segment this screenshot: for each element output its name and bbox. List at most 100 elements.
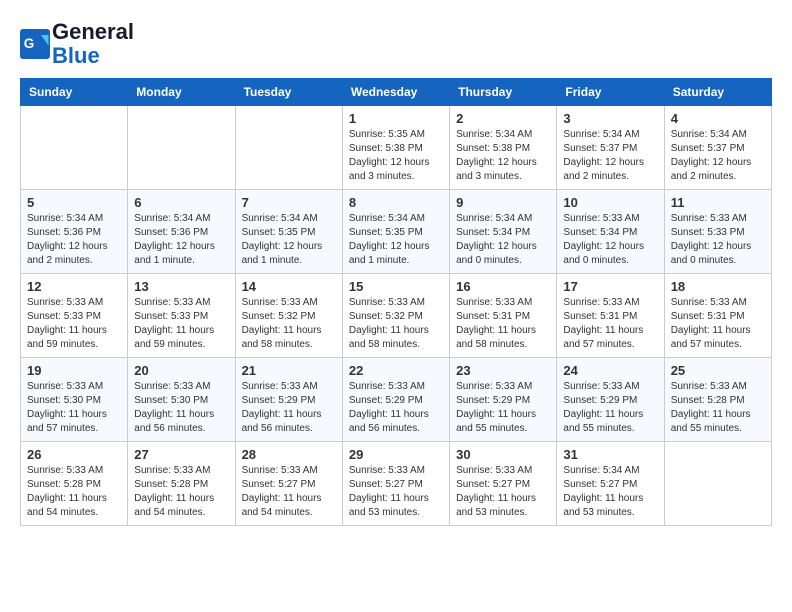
day-number: 30 xyxy=(456,447,550,462)
calendar-cell: 24 Sunrise: 5:33 AM Sunset: 5:29 PM Dayli… xyxy=(557,358,664,442)
calendar: SundayMondayTuesdayWednesdayThursdayFrid… xyxy=(20,78,772,526)
calendar-cell: 11 Sunrise: 5:33 AM Sunset: 5:33 PM Dayli… xyxy=(664,190,771,274)
day-number: 1 xyxy=(349,111,443,126)
calendar-cell: 10 Sunrise: 5:33 AM Sunset: 5:34 PM Dayli… xyxy=(557,190,664,274)
day-content: Sunrise: 5:33 AM Sunset: 5:31 PM Dayligh… xyxy=(671,296,765,352)
day-number: 13 xyxy=(134,279,228,294)
day-content: Sunrise: 5:33 AM Sunset: 5:31 PM Dayligh… xyxy=(456,296,550,352)
calendar-cell: 3 Sunrise: 5:34 AM Sunset: 5:37 PM Daylig… xyxy=(557,106,664,190)
calendar-week-row: 19 Sunrise: 5:33 AM Sunset: 5:30 PM Dayli… xyxy=(21,358,772,442)
day-content: Sunrise: 5:33 AM Sunset: 5:32 PM Dayligh… xyxy=(242,296,336,352)
day-content: Sunrise: 5:33 AM Sunset: 5:29 PM Dayligh… xyxy=(349,380,443,436)
calendar-day-header: Friday xyxy=(557,79,664,106)
day-number: 31 xyxy=(563,447,657,462)
calendar-cell: 30Sunrise: 5:33 AM Sunset: 5:27 PM Dayli… xyxy=(450,442,557,526)
day-content: Sunrise: 5:33 AM Sunset: 5:27 PM Dayligh… xyxy=(242,464,336,520)
day-content: Sunrise: 5:34 AM Sunset: 5:27 PM Dayligh… xyxy=(563,464,657,520)
calendar-day-header: Sunday xyxy=(21,79,128,106)
logo-blue: Blue xyxy=(52,43,100,68)
calendar-cell: 2 Sunrise: 5:34 AM Sunset: 5:38 PM Daylig… xyxy=(450,106,557,190)
calendar-cell: 7Sunrise: 5:34 AM Sunset: 5:35 PM Daylig… xyxy=(235,190,342,274)
logo-icon: G xyxy=(20,29,50,59)
day-content: Sunrise: 5:33 AM Sunset: 5:31 PM Dayligh… xyxy=(563,296,657,352)
day-number: 29 xyxy=(349,447,443,462)
day-number: 6 xyxy=(134,195,228,210)
header: G GeneralBlue xyxy=(20,20,772,68)
day-content: Sunrise: 5:33 AM Sunset: 5:29 PM Dayligh… xyxy=(242,380,336,436)
day-number: 25 xyxy=(671,363,765,378)
day-number: 10 xyxy=(563,195,657,210)
calendar-week-row: 12 Sunrise: 5:33 AM Sunset: 5:33 PM Dayli… xyxy=(21,274,772,358)
calendar-cell: 19 Sunrise: 5:33 AM Sunset: 5:30 PM Dayli… xyxy=(21,358,128,442)
day-content: Sunrise: 5:33 AM Sunset: 5:33 PM Dayligh… xyxy=(134,296,228,352)
calendar-cell: 12 Sunrise: 5:33 AM Sunset: 5:33 PM Dayli… xyxy=(21,274,128,358)
day-number: 14 xyxy=(242,279,336,294)
calendar-day-header: Saturday xyxy=(664,79,771,106)
day-content: Sunrise: 5:33 AM Sunset: 5:33 PM Dayligh… xyxy=(671,212,765,268)
calendar-cell: 16 Sunrise: 5:33 AM Sunset: 5:31 PM Dayli… xyxy=(450,274,557,358)
calendar-cell: 17 Sunrise: 5:33 AM Sunset: 5:31 PM Dayli… xyxy=(557,274,664,358)
calendar-cell xyxy=(128,106,235,190)
day-content: Sunrise: 5:33 AM Sunset: 5:33 PM Dayligh… xyxy=(27,296,121,352)
day-content: Sunrise: 5:34 AM Sunset: 5:34 PM Dayligh… xyxy=(456,212,550,268)
calendar-cell: 27 Sunrise: 5:33 AM Sunset: 5:28 PM Dayli… xyxy=(128,442,235,526)
day-number: 16 xyxy=(456,279,550,294)
day-content: Sunrise: 5:35 AM Sunset: 5:38 PM Dayligh… xyxy=(349,128,443,184)
calendar-cell: 13 Sunrise: 5:33 AM Sunset: 5:33 PM Dayli… xyxy=(128,274,235,358)
calendar-day-header: Wednesday xyxy=(342,79,449,106)
calendar-cell: 6Sunrise: 5:34 AM Sunset: 5:36 PM Daylig… xyxy=(128,190,235,274)
calendar-week-row: 1 Sunrise: 5:35 AM Sunset: 5:38 PM Daylig… xyxy=(21,106,772,190)
day-content: Sunrise: 5:34 AM Sunset: 5:35 PM Dayligh… xyxy=(242,212,336,268)
day-content: Sunrise: 5:33 AM Sunset: 5:27 PM Dayligh… xyxy=(349,464,443,520)
calendar-week-row: 26 Sunrise: 5:33 AM Sunset: 5:28 PM Dayli… xyxy=(21,442,772,526)
calendar-cell: 22 Sunrise: 5:33 AM Sunset: 5:29 PM Dayli… xyxy=(342,358,449,442)
calendar-cell: 31 Sunrise: 5:34 AM Sunset: 5:27 PM Dayli… xyxy=(557,442,664,526)
calendar-cell: 14 Sunrise: 5:33 AM Sunset: 5:32 PM Dayli… xyxy=(235,274,342,358)
calendar-cell: 1 Sunrise: 5:35 AM Sunset: 5:38 PM Daylig… xyxy=(342,106,449,190)
day-content: Sunrise: 5:33 AM Sunset: 5:34 PM Dayligh… xyxy=(563,212,657,268)
calendar-cell: 18Sunrise: 5:33 AM Sunset: 5:31 PM Dayli… xyxy=(664,274,771,358)
calendar-cell: 23Sunrise: 5:33 AM Sunset: 5:29 PM Dayli… xyxy=(450,358,557,442)
day-number: 2 xyxy=(456,111,550,126)
day-number: 21 xyxy=(242,363,336,378)
calendar-cell: 4 Sunrise: 5:34 AM Sunset: 5:37 PM Daylig… xyxy=(664,106,771,190)
calendar-cell: 15 Sunrise: 5:33 AM Sunset: 5:32 PM Dayli… xyxy=(342,274,449,358)
day-content: Sunrise: 5:34 AM Sunset: 5:36 PM Dayligh… xyxy=(27,212,121,268)
day-content: Sunrise: 5:34 AM Sunset: 5:37 PM Dayligh… xyxy=(563,128,657,184)
day-number: 3 xyxy=(563,111,657,126)
calendar-cell xyxy=(21,106,128,190)
day-number: 11 xyxy=(671,195,765,210)
day-content: Sunrise: 5:33 AM Sunset: 5:28 PM Dayligh… xyxy=(27,464,121,520)
day-content: Sunrise: 5:33 AM Sunset: 5:29 PM Dayligh… xyxy=(563,380,657,436)
day-content: Sunrise: 5:34 AM Sunset: 5:38 PM Dayligh… xyxy=(456,128,550,184)
day-number: 20 xyxy=(134,363,228,378)
calendar-cell: 8Sunrise: 5:34 AM Sunset: 5:35 PM Daylig… xyxy=(342,190,449,274)
calendar-cell xyxy=(664,442,771,526)
svg-text:G: G xyxy=(24,36,35,51)
day-number: 4 xyxy=(671,111,765,126)
day-number: 9 xyxy=(456,195,550,210)
calendar-cell: 9 Sunrise: 5:34 AM Sunset: 5:34 PM Daylig… xyxy=(450,190,557,274)
logo-text: GeneralBlue xyxy=(52,20,134,68)
day-content: Sunrise: 5:33 AM Sunset: 5:30 PM Dayligh… xyxy=(27,380,121,436)
day-number: 15 xyxy=(349,279,443,294)
day-number: 22 xyxy=(349,363,443,378)
day-number: 19 xyxy=(27,363,121,378)
day-number: 23 xyxy=(456,363,550,378)
day-number: 17 xyxy=(563,279,657,294)
calendar-cell xyxy=(235,106,342,190)
day-content: Sunrise: 5:33 AM Sunset: 5:28 PM Dayligh… xyxy=(134,464,228,520)
day-number: 28 xyxy=(242,447,336,462)
calendar-day-header: Monday xyxy=(128,79,235,106)
day-number: 27 xyxy=(134,447,228,462)
calendar-cell: 21 Sunrise: 5:33 AM Sunset: 5:29 PM Dayli… xyxy=(235,358,342,442)
day-number: 26 xyxy=(27,447,121,462)
calendar-week-row: 5Sunrise: 5:34 AM Sunset: 5:36 PM Daylig… xyxy=(21,190,772,274)
logo: G GeneralBlue xyxy=(20,20,134,68)
day-number: 8 xyxy=(349,195,443,210)
day-number: 24 xyxy=(563,363,657,378)
day-number: 12 xyxy=(27,279,121,294)
calendar-cell: 20Sunrise: 5:33 AM Sunset: 5:30 PM Dayli… xyxy=(128,358,235,442)
day-content: Sunrise: 5:33 AM Sunset: 5:32 PM Dayligh… xyxy=(349,296,443,352)
day-content: Sunrise: 5:34 AM Sunset: 5:37 PM Dayligh… xyxy=(671,128,765,184)
